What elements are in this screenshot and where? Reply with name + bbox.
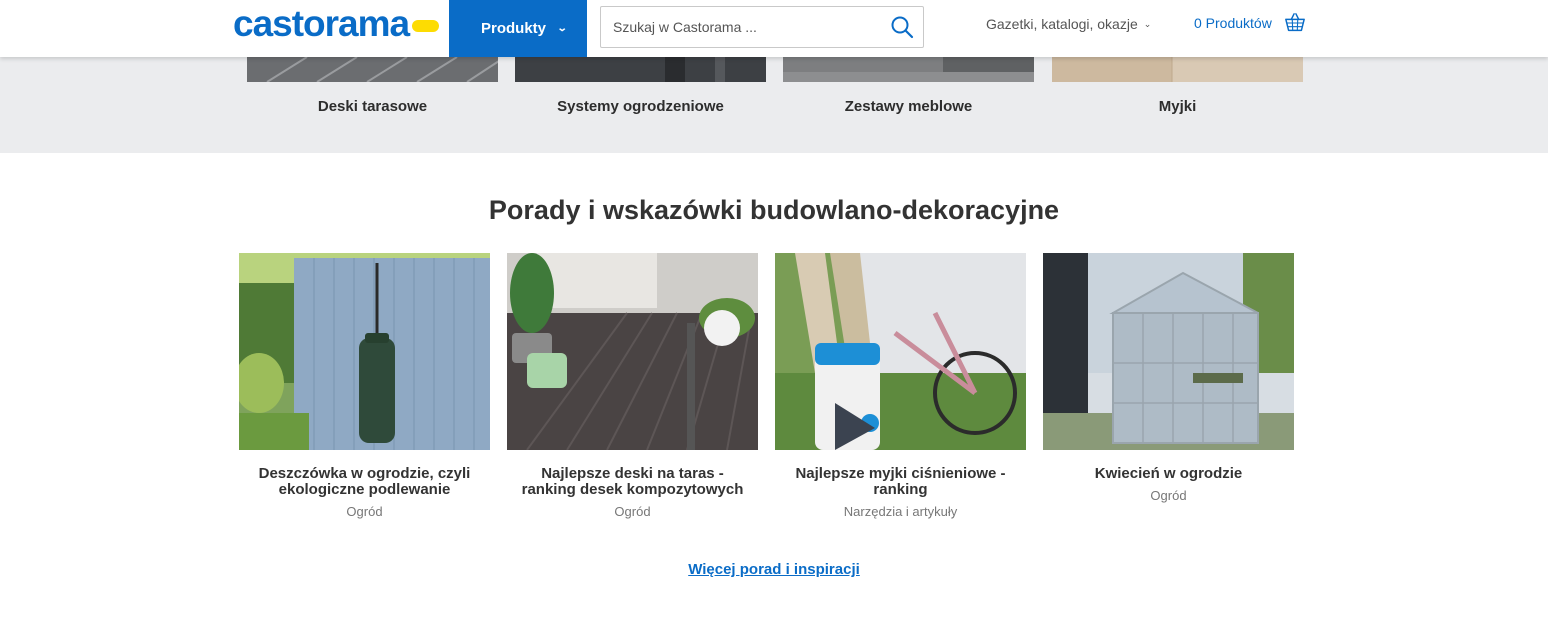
chevron-down-icon: ⌄ (1143, 18, 1152, 29)
greenhouse-image (1043, 253, 1294, 450)
category-card-pressure-washers[interactable]: Myjki (1052, 57, 1303, 115)
composite-deck-image (507, 253, 758, 450)
category-card-deck-boards[interactable]: Deski tarasowe (247, 56, 503, 115)
furniture-sets-image (783, 57, 1034, 82)
article-title: Deszczówka w ogrodzie, czyli ekologiczne… (258, 465, 471, 498)
article-card-april-garden[interactable]: Kwiecień w ogrodzie Ogród (1043, 253, 1294, 503)
chevron-down-icon: ⌄ (556, 23, 568, 34)
search-input[interactable] (613, 7, 883, 47)
article-title: Najlepsze myjki ciśnieniowe - ranking (795, 465, 1006, 498)
catalogs-offers-label: Gazetki, katalogi, okazje (986, 16, 1138, 32)
article-card-rainwater[interactable]: Deszczówka w ogrodzie, czyli ekologiczne… (239, 253, 490, 519)
deck-boards-image (247, 56, 503, 83)
article-title: Najlepsze deski na taras - ranking desek… (521, 465, 744, 498)
article-card-pressure-washers[interactable]: Najlepsze myjki ciśnieniowe - ranking Na… (775, 253, 1026, 519)
category-label: Systemy ogrodzeniowe (557, 98, 724, 115)
advice-section-title: Porady i wskazówki budowlano-dekoracyjne (488, 195, 1060, 225)
article-category: Ogród (614, 504, 651, 519)
more-advice-container: Więcej porad i inspiracji (0, 561, 1548, 579)
rainwater-shed-image (239, 253, 490, 450)
category-label: Deski tarasowe (317, 98, 428, 115)
pressure-washers-image (1052, 57, 1303, 82)
category-label: Zestawy meblowe (844, 98, 973, 115)
catalogs-offers-link[interactable]: Gazetki, katalogi, okazje ⌄ (986, 16, 1151, 32)
logo-text: castorama (233, 3, 410, 44)
article-title: Kwiecień w ogrodzie (1094, 465, 1243, 482)
category-band: Deski tarasowe Systemy ogrodzeniowe Zest… (0, 56, 1548, 153)
more-advice-link[interactable]: Więcej porad i inspiracji (688, 561, 860, 578)
basket-icon (1284, 13, 1305, 32)
pressure-washer-image (775, 253, 1026, 450)
category-label: Myjki (1158, 98, 1197, 115)
logo-pill-icon (412, 20, 440, 32)
category-card-fencing[interactable]: Systemy ogrodzeniowe (515, 57, 766, 115)
search-icon[interactable] (890, 15, 914, 39)
article-category: Narzędzia i artykuły (843, 504, 958, 519)
cart-link[interactable]: 0 Produktów (1194, 12, 1306, 34)
category-card-furniture-sets[interactable]: Zestawy meblowe (783, 57, 1034, 115)
castorama-logo[interactable]: castorama (233, 3, 440, 44)
cart-label: 0 Produktów (1194, 15, 1272, 31)
article-card-deck-boards-ranking[interactable]: Najlepsze deski na taras - ranking desek… (507, 253, 758, 519)
article-category: Ogród (1150, 488, 1187, 503)
article-category: Ogród (346, 504, 383, 519)
search-box (600, 6, 924, 48)
products-menu-label: Produkty (481, 20, 547, 37)
site-header: castorama Produkty ⌄ Gazetki, katalogi, … (0, 0, 1548, 57)
fencing-image (515, 57, 766, 82)
products-menu-button[interactable]: Produkty ⌄ (449, 0, 587, 57)
